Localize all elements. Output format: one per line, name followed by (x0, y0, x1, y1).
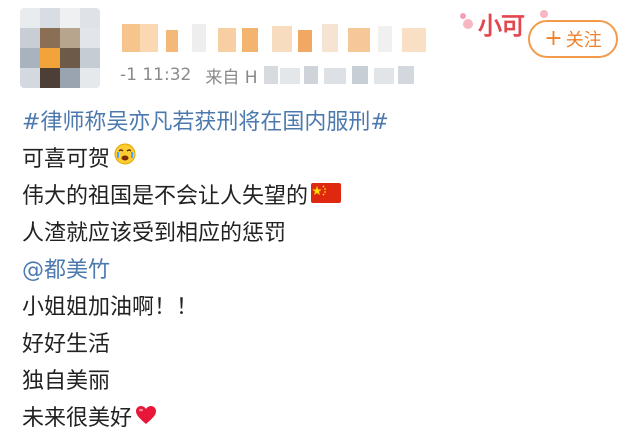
content-line: 独自美丽 (22, 363, 622, 400)
source-blurred (263, 64, 424, 86)
mosaic-block (397, 66, 414, 84)
mosaic-block (20, 68, 40, 88)
crying-face-icon (113, 141, 137, 178)
mosaic-block (242, 28, 258, 52)
avatar[interactable] (20, 8, 100, 88)
mention-line: @都美竹 (22, 252, 622, 289)
mosaic-block (60, 8, 80, 28)
weibo-post: -1 11:32 来自 H 小可 + 关注 #律师称吴亦凡若获刑将在国内服刑# … (0, 0, 640, 430)
content-line: 伟大的祖国是不会让人失望的 (22, 178, 622, 215)
content-text: 未来很美好 (22, 406, 133, 430)
mosaic-block (218, 28, 236, 52)
content-line: 可喜可贺 (22, 141, 622, 178)
mosaic-block (140, 24, 158, 52)
content-text: 小姐姐加油啊！！ (22, 295, 199, 320)
mosaic-block (60, 68, 80, 88)
mosaic-block (378, 26, 392, 52)
mention-link[interactable]: @都美竹 (22, 252, 110, 289)
username-blurred[interactable] (122, 20, 442, 54)
mosaic-block (40, 8, 60, 28)
content-line: 好好生活 (22, 326, 622, 363)
mosaic-block (40, 68, 60, 88)
mosaic-block (263, 66, 278, 84)
mosaic-block (60, 28, 80, 48)
mosaic-block (80, 8, 100, 28)
content-line: 未来很美好 (22, 400, 622, 430)
mosaic-block (373, 68, 394, 84)
mosaic-block (20, 28, 40, 48)
content-line: 小姐姐加油啊！！ (22, 289, 622, 326)
mosaic-block (402, 28, 426, 52)
red-heart-icon (135, 400, 157, 430)
mosaic-block (80, 68, 100, 88)
plus-icon: + (544, 26, 563, 51)
mosaic-block (192, 24, 206, 52)
content-text: 伟大的祖国是不会让人失望的 (22, 184, 309, 209)
content-text: 独自美丽 (22, 369, 111, 394)
badge-text: 小可 (478, 11, 525, 40)
mosaic-block (303, 66, 318, 84)
content-text: 好好生活 (22, 332, 111, 357)
mosaic-block (20, 48, 40, 68)
mosaic-block (80, 28, 100, 48)
post-meta: -1 11:32 来自 H (120, 60, 424, 90)
content-text: 人渣就应该受到相应的惩罚 (22, 221, 287, 246)
mosaic-block (272, 26, 292, 52)
mosaic-block (166, 30, 178, 52)
post-time: -1 11:32 (120, 65, 192, 85)
source-label: 来自 H (205, 67, 258, 88)
follow-label: 关注 (565, 30, 602, 51)
mosaic-block (60, 48, 80, 68)
mosaic-block (80, 48, 100, 68)
mosaic-block (351, 66, 368, 84)
post-content: #律师称吴亦凡若获刑将在国内服刑# 可喜可贺 伟大的祖国是不会让人失望的 人渣就… (22, 104, 622, 430)
mosaic-block (298, 30, 312, 52)
topic-link[interactable]: #律师称吴亦凡若获刑将在国内服刑# (22, 104, 389, 141)
mosaic-block (122, 24, 140, 52)
mosaic-block (40, 48, 60, 68)
mosaic-block (20, 8, 40, 28)
mosaic-block (348, 28, 370, 52)
content-text: 可喜可贺 (22, 147, 111, 172)
topic-line: #律师称吴亦凡若获刑将在国内服刑# (22, 104, 622, 141)
mosaic-block (323, 68, 346, 84)
mosaic-block (322, 24, 338, 52)
content-line: 人渣就应该受到相应的惩罚 (22, 215, 622, 252)
mosaic-block (279, 68, 300, 84)
mosaic-block (40, 28, 60, 48)
china-flag-icon (311, 178, 342, 215)
follow-button[interactable]: + 关注 (528, 20, 618, 58)
